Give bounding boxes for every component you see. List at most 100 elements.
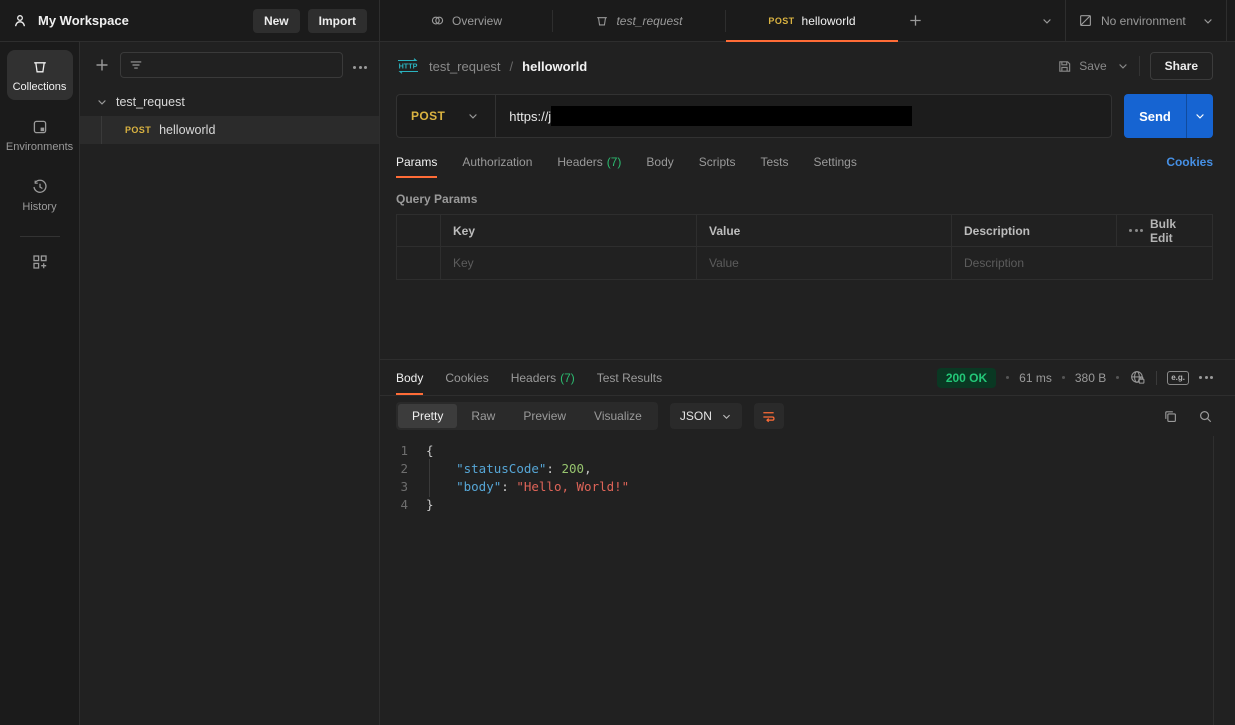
topbar-divider	[1226, 0, 1227, 42]
rail-item-collections[interactable]: Collections	[6, 50, 73, 100]
new-button[interactable]: New	[252, 8, 300, 33]
format-dropdown[interactable]: JSON	[669, 403, 742, 429]
view-raw[interactable]: Raw	[457, 404, 509, 428]
tab-label: Scripts	[698, 155, 736, 169]
method-label: POST	[411, 109, 446, 123]
sidebar-search-box	[120, 52, 343, 78]
view-mode-switch: Pretty Raw Preview Visualize	[396, 402, 658, 430]
tab-response-headers[interactable]: Headers (7)	[511, 360, 575, 395]
response-more-button[interactable]	[1199, 376, 1213, 379]
tab-body[interactable]: Body	[646, 146, 673, 178]
tab-params[interactable]: Params	[396, 146, 438, 178]
value-input[interactable]	[709, 256, 939, 270]
sidebar-toolbar	[80, 42, 379, 88]
wrap-lines-button[interactable]	[753, 403, 784, 429]
tab-label: Params	[396, 155, 438, 169]
workspace-switcher[interactable]: My Workspace	[12, 13, 129, 29]
rail-item-history[interactable]: History	[7, 170, 73, 220]
code-line: 1{	[400, 443, 434, 458]
tab-scripts[interactable]: Scripts	[699, 146, 736, 178]
tab-settings[interactable]: Settings	[813, 146, 856, 178]
tab-overflow-button[interactable]	[1029, 15, 1065, 27]
sidebar: test_request POST helloworld	[80, 42, 380, 725]
chevron-down-icon	[721, 411, 732, 422]
tab-label: Headers	[510, 370, 557, 385]
tab-response-cookies[interactable]: Cookies	[445, 360, 488, 395]
description-column-header: Description	[952, 215, 1117, 247]
tab-strip: Overview test_request POST helloworld	[380, 0, 1029, 42]
value-input-cell	[697, 247, 952, 279]
rail-item-environments[interactable]: Environments	[5, 110, 74, 160]
save-icon	[1057, 59, 1072, 74]
response-panel: Body Cookies Headers (7) Test Results 200…	[380, 359, 1235, 725]
tab-response-body[interactable]: Body	[396, 360, 424, 395]
share-button[interactable]: Share	[1149, 52, 1213, 80]
left-rail: Collections Environments History	[0, 42, 80, 725]
plus-icon	[908, 13, 923, 28]
url-input[interactable]: https://j	[496, 106, 1111, 126]
key-input[interactable]	[453, 256, 684, 270]
topbar-right: No environment	[1029, 0, 1235, 42]
cookies-link[interactable]: Cookies	[1166, 155, 1213, 169]
bulk-edit-button[interactable]: Bulk Edit	[1117, 215, 1212, 247]
response-body-editor[interactable]: 1{2 "statusCode": 200, 3 "body": "Hello, …	[380, 436, 1214, 725]
row-select-cell[interactable]	[397, 247, 441, 279]
view-visualize[interactable]: Visualize	[580, 404, 656, 428]
panel-gap	[380, 280, 1235, 359]
tab-label: helloworld	[801, 13, 856, 28]
save-as-example-button[interactable]: e.g.	[1167, 370, 1189, 385]
import-button[interactable]: Import	[307, 8, 367, 33]
tree-item-collection[interactable]: test_request	[80, 88, 379, 116]
copy-button[interactable]	[1163, 409, 1178, 424]
chevron-down-icon	[467, 110, 479, 122]
send-button[interactable]: Send	[1124, 94, 1186, 138]
chevron-down-icon	[1202, 15, 1214, 27]
save-options-button[interactable]	[1117, 60, 1129, 72]
tab-overview[interactable]: Overview	[380, 0, 552, 41]
url-visible-text: https://j	[509, 108, 552, 124]
grid-plus-icon	[31, 253, 49, 271]
tab-test-results[interactable]: Test Results	[597, 360, 662, 395]
sidebar-more-button[interactable]	[353, 58, 367, 72]
environment-selector[interactable]: No environment	[1066, 13, 1226, 28]
code-line: 4}	[400, 497, 434, 512]
response-size: 380 B	[1074, 370, 1107, 385]
view-preview[interactable]: Preview	[509, 404, 580, 428]
method-dropdown[interactable]: POST	[397, 95, 497, 137]
tab-label: Headers	[557, 155, 603, 169]
network-info-button[interactable]	[1129, 369, 1146, 386]
tab-helloworld-active[interactable]: POST helloworld	[726, 0, 898, 42]
query-params-title: Query Params	[396, 192, 478, 206]
format-label: JSON	[679, 409, 712, 423]
code-lines: 1{2 "statusCode": 200, 3 "body": "Hello, …	[380, 442, 1213, 514]
search-response-button[interactable]	[1198, 409, 1213, 424]
key-input-cell	[441, 247, 697, 279]
description-input[interactable]	[964, 256, 1200, 270]
description-input-cell	[952, 247, 1212, 279]
more-icon	[1129, 229, 1143, 232]
view-pretty[interactable]: Pretty	[398, 404, 458, 428]
main-panel: HTTP test_request / helloworld Save Shar…	[380, 42, 1235, 725]
tab-test-request[interactable]: test_request	[553, 0, 725, 41]
send-options-button[interactable]	[1186, 94, 1213, 138]
save-button[interactable]: Save	[1057, 59, 1107, 74]
add-module-button[interactable]	[31, 253, 49, 271]
add-collection-button[interactable]	[94, 57, 110, 73]
environments-icon	[31, 118, 49, 136]
tab-headers[interactable]: Headers (7)	[557, 146, 621, 178]
breadcrumb-collection[interactable]: test_request	[429, 59, 501, 74]
tab-tests[interactable]: Tests	[760, 146, 788, 178]
sidebar-search-input[interactable]	[149, 58, 334, 72]
collections-icon	[31, 58, 49, 76]
rail-item-label: Environments	[5, 141, 74, 153]
breadcrumb-request-name[interactable]: helloworld	[522, 59, 587, 74]
collection-name: test_request	[116, 95, 185, 109]
meta-divider	[1156, 370, 1158, 385]
url-row: POST https://j Send	[380, 90, 1235, 146]
tab-authorization[interactable]: Authorization	[462, 146, 532, 178]
key-column-header: Key	[441, 215, 697, 247]
collection-icon	[595, 14, 609, 28]
new-tab-button[interactable]	[898, 0, 932, 41]
tree-item-request-selected[interactable]: POST helloworld	[80, 116, 379, 144]
code-line: 2 "statusCode": 200,	[400, 459, 592, 479]
